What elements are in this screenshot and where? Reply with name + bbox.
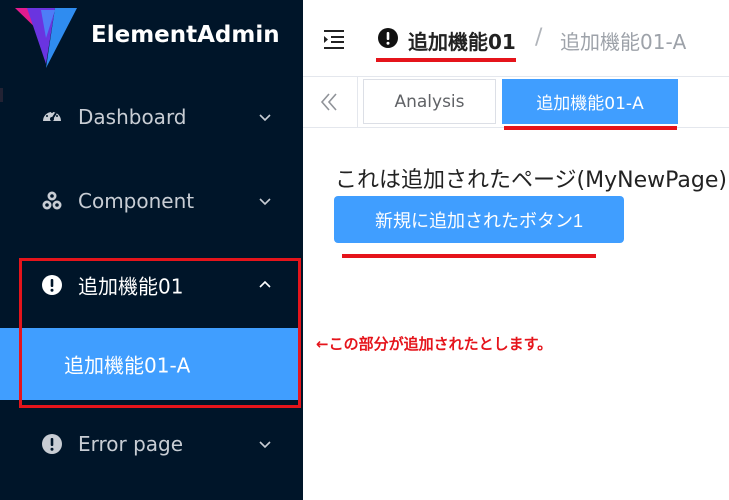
tab-analysis[interactable]: Analysis: [363, 79, 496, 124]
sidebar-item-label: Error page: [78, 432, 184, 456]
chevron-down-icon: [259, 441, 271, 449]
menu-fold-icon[interactable]: [322, 28, 346, 50]
logo: [15, 8, 77, 70]
new-added-button[interactable]: 新規に追加されたボタン1: [334, 196, 624, 243]
dashboard-icon: [41, 106, 63, 128]
logo-icon: [15, 8, 77, 68]
breadcrumb-item[interactable]: 追加機能01-A: [560, 26, 686, 55]
tabs-bar: Analysis 追加機能01-A: [303, 77, 729, 128]
warning-circle-icon: [378, 28, 398, 48]
warning-circle-icon: [41, 433, 63, 455]
breadcrumb-separator: /: [535, 25, 543, 50]
highlight-underline-breadcrumb: [376, 58, 516, 62]
app-title: ElementAdmin: [91, 22, 280, 48]
tabs-scroll-left-button[interactable]: [303, 77, 358, 127]
sidebar-item-dashboard[interactable]: Dashboard: [0, 82, 303, 152]
sidebar-item-error-page[interactable]: Error page: [0, 409, 303, 479]
annotation-text: ←この部分が追加されたとします。: [316, 335, 553, 353]
double-chevron-left-icon: [320, 93, 337, 111]
highlight-box: [19, 258, 301, 408]
header: 追加機能01 / 追加機能01-A: [303, 0, 729, 76]
chevron-down-icon: [259, 114, 271, 122]
sidebar-item-component[interactable]: Component: [0, 166, 303, 236]
sidebar: ElementAdmin Dashboard Component 追加機能01 …: [0, 0, 303, 500]
highlight-underline-button: [342, 254, 596, 258]
chevron-down-icon: [259, 198, 271, 206]
breadcrumb-current: 追加機能01: [408, 30, 516, 54]
page-text: これは追加されたページ(MyNewPage): [335, 168, 727, 193]
component-icon: [41, 190, 63, 212]
sidebar-item-label: Dashboard: [78, 105, 187, 129]
main-content: これは追加されたページ(MyNewPage): [303, 128, 729, 500]
tab-feature01-a[interactable]: 追加機能01-A: [502, 79, 678, 124]
sidebar-item-label: Component: [78, 189, 195, 213]
